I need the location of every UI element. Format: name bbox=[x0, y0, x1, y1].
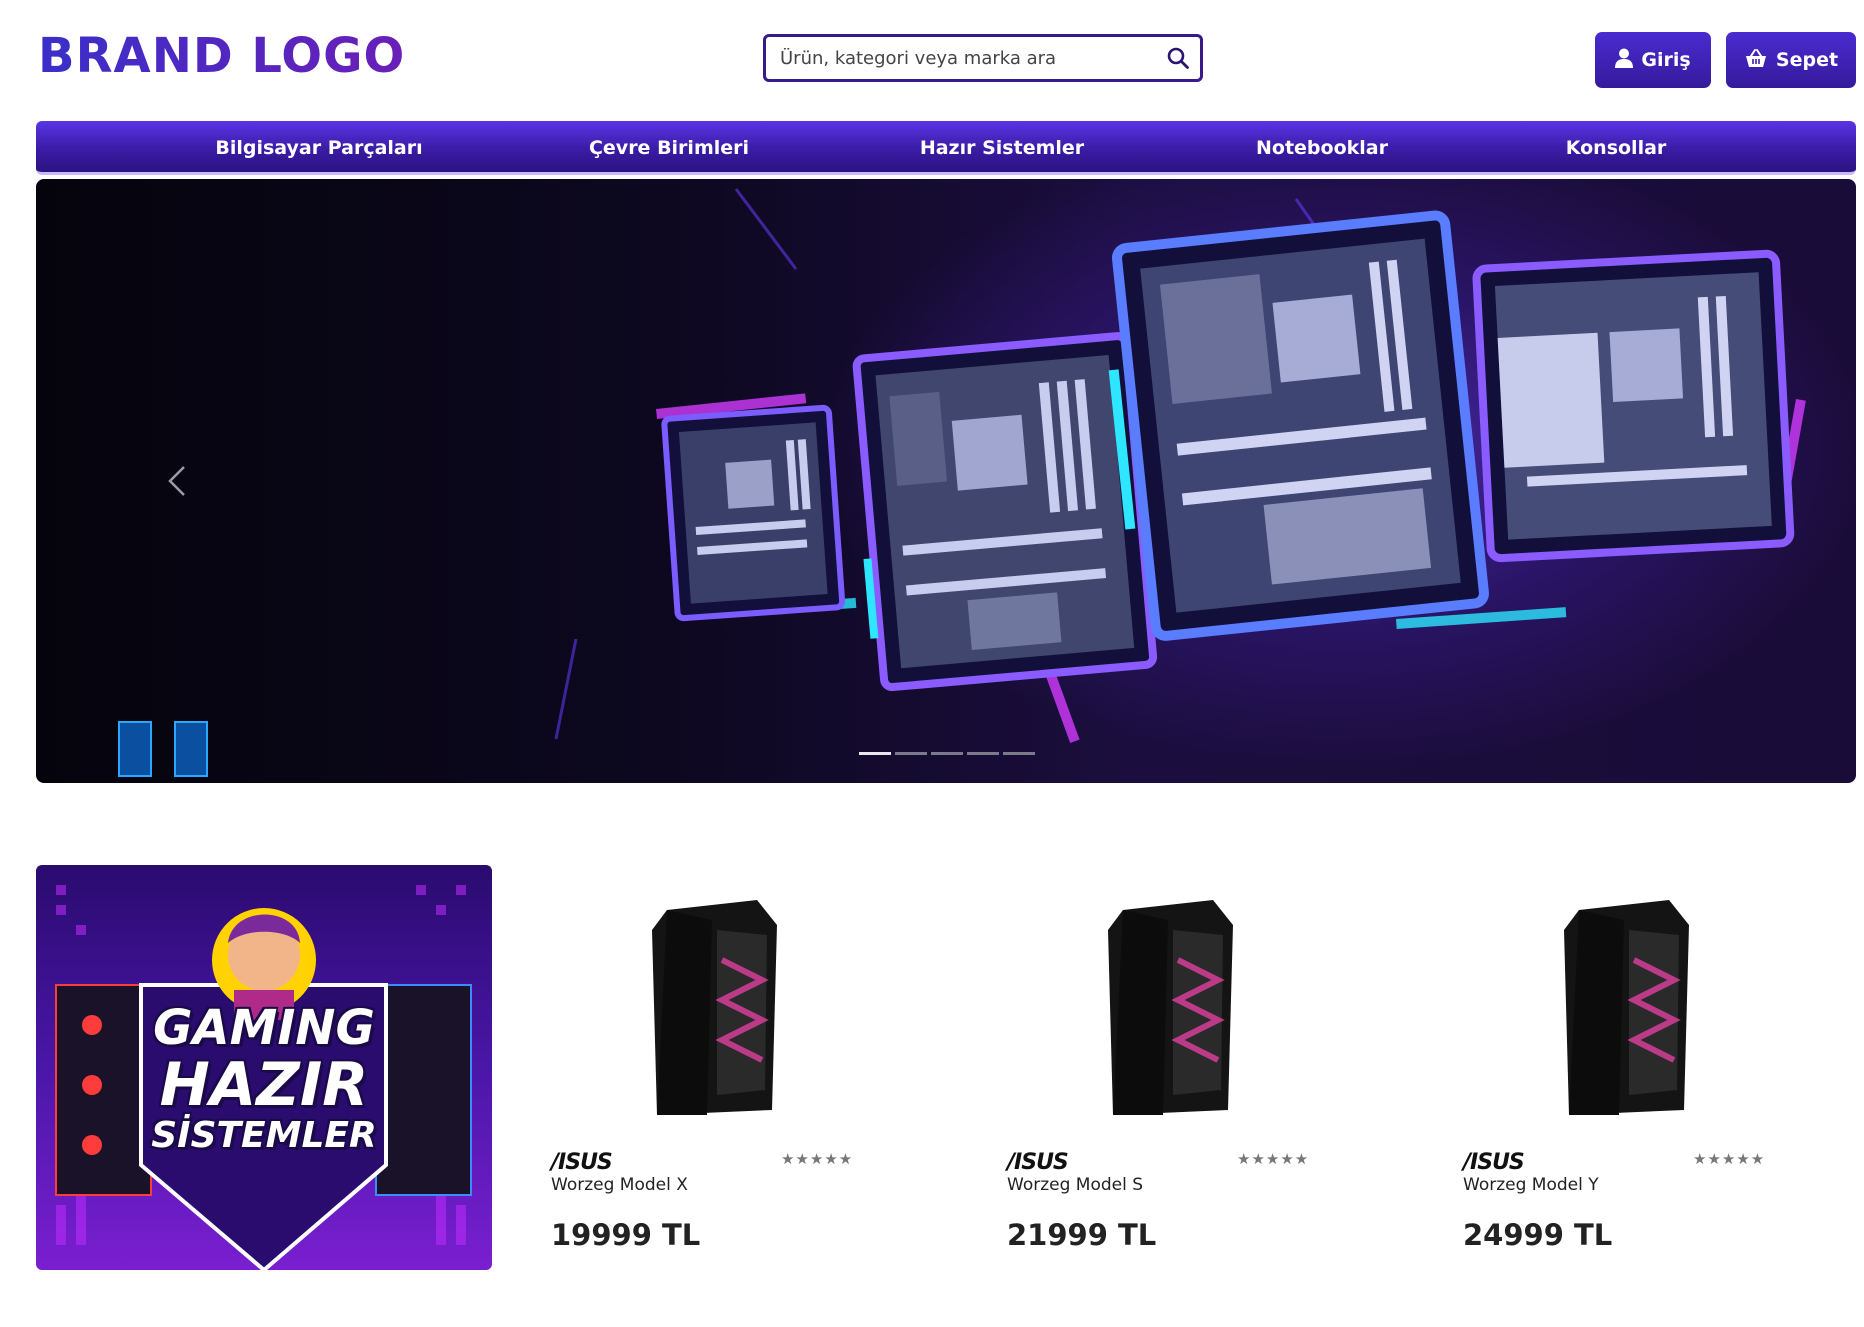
brand-logo[interactable]: BRAND LOGO bbox=[38, 28, 405, 84]
rating-stars: ★★★★★ bbox=[1237, 1150, 1310, 1168]
intel-chipset-badge-icon bbox=[174, 721, 208, 777]
promo-title-line3: SİSTEMLER bbox=[151, 1115, 377, 1156]
product-name[interactable]: Worzeg Model S bbox=[1007, 1175, 1143, 1195]
nav-item-hazir-sistemler[interactable]: Hazır Sistemler bbox=[920, 121, 1084, 175]
login-label: Giriş bbox=[1641, 49, 1691, 71]
nav-item-konsollar[interactable]: Konsollar bbox=[1566, 121, 1667, 175]
product-image[interactable] bbox=[1093, 890, 1253, 1120]
rating-stars: ★★★★★ bbox=[1693, 1150, 1766, 1168]
search-input[interactable] bbox=[766, 47, 1156, 69]
product-brand: /ISUS bbox=[551, 1150, 613, 1175]
product-brand: /ISUS bbox=[1007, 1150, 1069, 1175]
slider-dot[interactable] bbox=[931, 752, 963, 755]
user-icon bbox=[1615, 48, 1634, 73]
product-card[interactable]: /ISUS ★★★★★ Worzeg Model S 21999 TL bbox=[993, 880, 1353, 1270]
slider-dot[interactable] bbox=[967, 752, 999, 755]
basket-icon bbox=[1744, 48, 1768, 73]
search-icon[interactable] bbox=[1156, 37, 1200, 79]
hero-banner-image bbox=[554, 188, 1806, 743]
gaming-systems-promo[interactable]: GAMING HAZIR SİSTEMLER bbox=[36, 865, 492, 1270]
main-navigation: Bilgisayar Parçaları Çevre Birimleri Haz… bbox=[36, 121, 1856, 175]
product-price: 19999 TL bbox=[551, 1218, 701, 1252]
product-price: 21999 TL bbox=[1007, 1218, 1157, 1252]
cart-button[interactable]: Sepet bbox=[1726, 32, 1856, 88]
slider-dot[interactable] bbox=[1003, 752, 1035, 755]
search-box bbox=[763, 34, 1203, 82]
product-name[interactable]: Worzeg Model Y bbox=[1463, 1175, 1599, 1195]
nav-item-cevre-birimleri[interactable]: Çevre Birimleri bbox=[589, 121, 749, 175]
product-card[interactable]: /ISUS ★★★★★ Worzeg Model Y 24999 TL bbox=[1449, 880, 1809, 1270]
intel-core-badge-icon bbox=[118, 721, 152, 777]
hero-prev-chevron-left-icon[interactable] bbox=[158, 461, 198, 501]
product-brand: /ISUS bbox=[1463, 1150, 1525, 1175]
nav-item-notebooklar[interactable]: Notebooklar bbox=[1256, 121, 1388, 175]
product-price: 24999 TL bbox=[1463, 1218, 1613, 1252]
product-image[interactable] bbox=[1549, 890, 1709, 1120]
promo-title-line2: HAZIR bbox=[159, 1050, 369, 1120]
rating-stars: ★★★★★ bbox=[781, 1150, 854, 1168]
promo-title-line1: GAMING bbox=[153, 1000, 375, 1056]
cart-label: Sepet bbox=[1775, 49, 1839, 71]
nav-item-bilgisayar-parcalari[interactable]: Bilgisayar Parçaları bbox=[215, 121, 422, 175]
slider-dot[interactable] bbox=[859, 752, 891, 755]
slider-dot[interactable] bbox=[895, 752, 927, 755]
login-button[interactable]: Giriş bbox=[1595, 32, 1711, 88]
product-name[interactable]: Worzeg Model X bbox=[551, 1175, 688, 1195]
product-image[interactable] bbox=[637, 890, 797, 1120]
slider-pagination bbox=[859, 752, 1035, 755]
hero-slider[interactable] bbox=[36, 179, 1856, 783]
product-card[interactable]: /ISUS ★★★★★ Worzeg Model X 19999 TL bbox=[537, 880, 897, 1270]
